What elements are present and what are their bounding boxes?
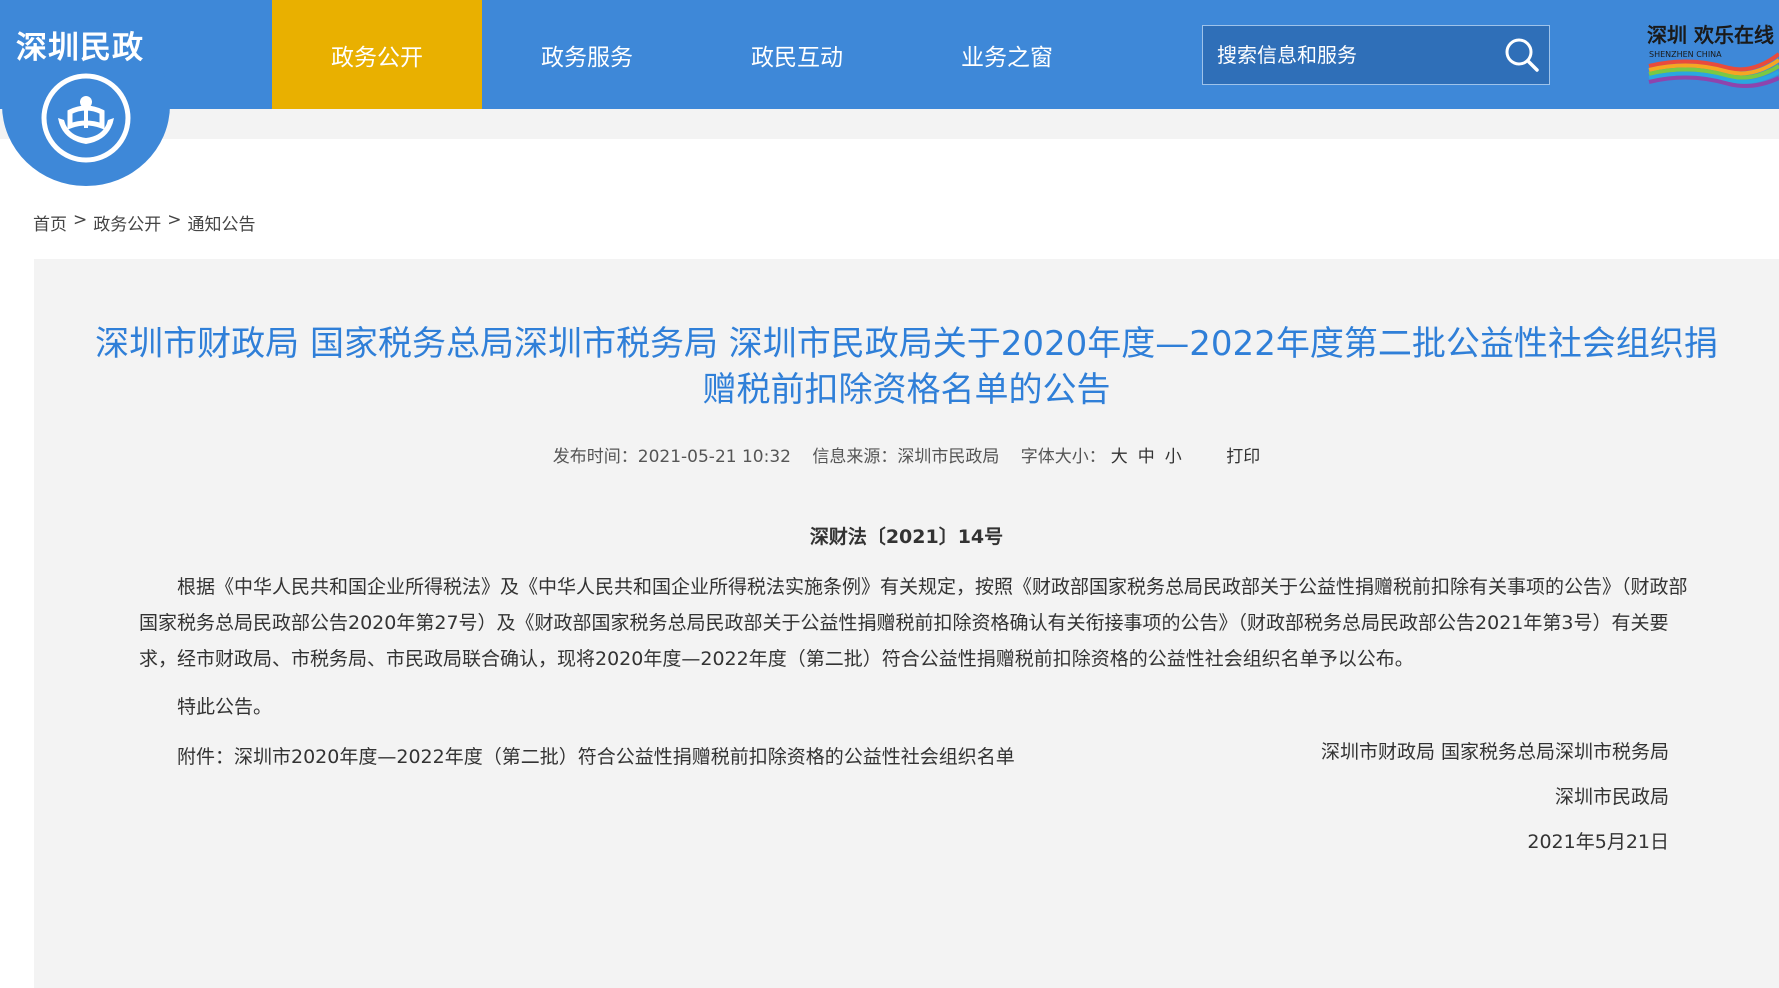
shenzhen-china-brand-logo[interactable]: 深圳 欢乐在线 SHENZHEN CHINA bbox=[1645, 20, 1779, 92]
print-button[interactable]: 打印 bbox=[1226, 447, 1260, 467]
publish-time-value: 2021-05-21 10:32 bbox=[637, 447, 791, 467]
brand-top-text: 深圳 欢乐在线 bbox=[1647, 23, 1774, 47]
article-container: 深圳市财政局 国家税务总局深圳市税务局 深圳市民政局关于2020年度—2022年… bbox=[34, 259, 1779, 988]
breadcrumb-separator: > bbox=[73, 210, 88, 230]
breadcrumb-notices[interactable]: 通知公告 bbox=[188, 210, 256, 235]
font-size-large-button[interactable]: 大 bbox=[1111, 447, 1128, 467]
breadcrumb-home[interactable]: 首页 bbox=[33, 210, 67, 235]
publish-time-label: 发布时间： bbox=[552, 447, 638, 467]
nav-item-business-window[interactable]: 业务之窗 bbox=[902, 0, 1112, 109]
signature-date: 2021年5月21日 bbox=[1527, 831, 1669, 853]
font-size-label: 字体大小： bbox=[1020, 447, 1106, 467]
breadcrumb: 首页 > 政务公开 > 通知公告 bbox=[33, 210, 256, 235]
signature-issuer-2: 深圳市民政局 bbox=[1554, 786, 1669, 808]
breadcrumb-separator: > bbox=[167, 210, 182, 230]
site-logo-text[interactable]: 深圳民政 bbox=[16, 22, 144, 67]
article-title-line-2: 赠税前扣除资格名单的公告 bbox=[702, 370, 1111, 410]
nav-item-government-services[interactable]: 政务服务 bbox=[482, 0, 692, 109]
main-nav: 政务公开 政务服务 政民互动 业务之窗 bbox=[272, 0, 1112, 109]
signature-issuer-1: 深圳市财政局 国家税务总局深圳市税务局 bbox=[1320, 741, 1669, 763]
font-size-small-button[interactable]: 小 bbox=[1165, 447, 1182, 467]
search-input[interactable] bbox=[1203, 26, 1493, 84]
nav-item-public-interaction[interactable]: 政民互动 bbox=[692, 0, 902, 109]
body-paragraph: 特此公告。 bbox=[177, 696, 273, 718]
nav-item-government-affairs-open[interactable]: 政务公开 bbox=[272, 0, 482, 109]
search-icon[interactable] bbox=[1503, 36, 1541, 74]
article-title-line-1: 深圳市财政局 国家税务总局深圳市税务局 深圳市民政局关于2020年度—2022年… bbox=[95, 324, 1718, 364]
article-meta: 发布时间：2021-05-21 10:32 信息来源：深圳市民政局 字体大小：大… bbox=[34, 442, 1779, 467]
breadcrumb-government-affairs-open[interactable]: 政务公开 bbox=[93, 210, 161, 235]
search-box bbox=[1202, 25, 1550, 85]
document-number: 深财法〔2021〕14号 bbox=[809, 526, 1004, 548]
info-source: 信息来源：深圳市民政局 bbox=[812, 447, 999, 467]
body-paragraph: 根据《中华人民共和国企业所得税法》及《中华人民共和国企业所得税法实施条例》有关规… bbox=[139, 576, 1688, 670]
publish-time: 发布时间：2021-05-21 10:32 bbox=[553, 447, 791, 467]
font-size-control: 字体大小：大中小 bbox=[1021, 447, 1187, 467]
font-size-medium-button[interactable]: 中 bbox=[1138, 447, 1155, 467]
article-title: 深圳市财政局 国家税务总局深圳市税务局 深圳市民政局关于2020年度—2022年… bbox=[44, 321, 1769, 413]
civil-affairs-emblem-icon[interactable] bbox=[40, 72, 132, 164]
info-source-value: 深圳市民政局 bbox=[897, 447, 1000, 467]
header-bottom-strip bbox=[0, 109, 1779, 139]
brand-bottom-text: SHENZHEN CHINA bbox=[1649, 50, 1722, 59]
info-source-label: 信息来源： bbox=[812, 447, 898, 467]
